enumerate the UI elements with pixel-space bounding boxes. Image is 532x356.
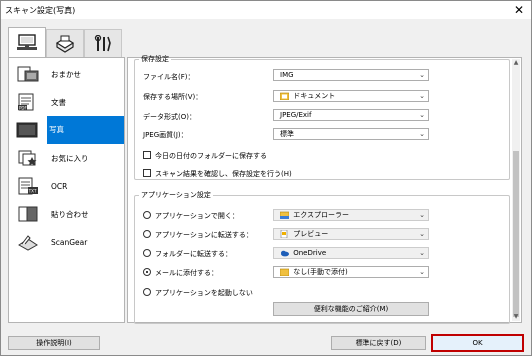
sidebar-item-label: 写真 <box>47 116 124 144</box>
confirm-results-checkbox[interactable] <box>143 169 151 177</box>
scanner-pc-icon <box>17 34 37 50</box>
chevron-down-icon[interactable]: ⌄ <box>419 210 425 220</box>
date-folder-checkbox[interactable] <box>143 151 151 159</box>
save-location-value: ドキュメント <box>293 92 336 100</box>
attach-to-mail-select[interactable]: なし(手動で添付) ⌄ <box>273 266 429 278</box>
scangear-icon <box>15 231 41 253</box>
jpeg-quality-value: 標準 <box>280 130 294 138</box>
save-settings-legend: 保存設定 <box>141 55 169 63</box>
restore-defaults-button[interactable]: 標準に戻す(D) <box>331 336 426 350</box>
photo-icon <box>15 119 39 141</box>
tab-scan-from-panel[interactable] <box>46 29 84 57</box>
settings-panel: ▲ ▼ 保存設定 ファイル名(F)： IMG ⌄ 保存する場所(V)： ドキュメ… <box>127 54 522 324</box>
sidebar-item-ocr[interactable]: TXT OCR <box>9 172 124 200</box>
chevron-down-icon[interactable]: ⌄ <box>419 248 425 258</box>
scroll-up-icon[interactable]: ▲ <box>512 59 520 67</box>
chevron-down-icon[interactable]: ⌄ <box>419 229 425 239</box>
chevron-down-icon[interactable]: ⌄ <box>419 129 425 139</box>
send-to-app-radio[interactable] <box>143 230 151 238</box>
sidebar-item-label: ScanGear <box>51 237 88 247</box>
sidebar-item-scangear[interactable]: ScanGear <box>9 228 124 256</box>
no-app-label: アプリケーションを起動しない <box>155 289 253 297</box>
confirm-results-label: スキャン結果を確認し、保存設定を行う(H) <box>155 170 292 178</box>
sidebar-item-label: 文書 <box>51 97 66 107</box>
favorites-icon <box>15 147 41 169</box>
no-app-radio[interactable] <box>143 288 151 296</box>
scroll-thumb[interactable] <box>513 151 519 317</box>
sidebar-item-photo[interactable]: 写真 <box>9 116 124 144</box>
stitch-icon <box>15 203 41 225</box>
sidebar-item-label: おまかせ <box>51 69 81 79</box>
send-to-folder-label: フォルダーに転送する： <box>155 250 232 258</box>
scanner-icon <box>55 35 75 53</box>
tab-scan-from-computer[interactable] <box>8 27 46 58</box>
close-button[interactable]: ✕ <box>511 2 527 18</box>
scan-type-sidebar: おまかせ PDF 文書 写真 お気に入り TXT OCR 貼り合わせ ScanG <box>8 57 125 323</box>
save-location-select[interactable]: ドキュメント ⌄ <box>273 90 429 102</box>
date-folder-label: 今日の日付のフォルダーに保存する <box>155 152 267 160</box>
data-format-select[interactable]: JPEG/Exif ⌄ <box>273 109 429 121</box>
data-format-value: JPEG/Exif <box>280 111 312 119</box>
jpeg-quality-label: JPEG画質(J)： <box>143 131 188 139</box>
open-with-app-select[interactable]: エクスプローラー ⌄ <box>273 209 429 221</box>
filename-input[interactable]: IMG ⌄ <box>273 69 429 81</box>
app-settings-legend: アプリケーション設定 <box>141 191 211 199</box>
chevron-down-icon[interactable]: ⌄ <box>419 110 425 120</box>
send-to-app-value: プレビュー <box>293 230 329 238</box>
save-location-label: 保存する場所(V)： <box>143 93 203 101</box>
sidebar-item-label: OCR <box>51 181 68 191</box>
documents-folder-icon <box>280 92 289 100</box>
filename-label: ファイル名(F)： <box>143 73 195 81</box>
open-with-app-radio[interactable] <box>143 211 151 219</box>
document-icon: PDF <box>15 91 41 113</box>
chevron-down-icon[interactable]: ⌄ <box>419 70 425 80</box>
sidebar-item-document[interactable]: PDF 文書 <box>9 88 124 116</box>
sidebar-item-favorites[interactable]: お気に入り <box>9 144 124 172</box>
sidebar-item-label: お気に入り <box>51 153 89 163</box>
sidebar-item-stitch[interactable]: 貼り合わせ <box>9 200 124 228</box>
open-with-app-value: エクスプローラー <box>293 211 350 219</box>
title-bar: スキャン設定(写真) ✕ <box>1 1 531 19</box>
settings-scrollbar[interactable]: ▲ ▼ <box>512 59 520 321</box>
ok-button[interactable]: OK <box>431 334 524 352</box>
sidebar-item-auto[interactable]: おまかせ <box>9 60 124 88</box>
auto-scan-icon <box>15 63 41 85</box>
chevron-down-icon[interactable]: ⌄ <box>419 91 425 101</box>
sidebar-item-label: 貼り合わせ <box>51 209 89 219</box>
ocr-icon: TXT <box>15 175 41 197</box>
data-format-label: データ形式(O)： <box>143 113 196 121</box>
attach-to-mail-label: メールに添付する： <box>155 269 218 277</box>
tab-general-settings[interactable] <box>84 29 122 57</box>
send-to-app-label: アプリケーションに転送する： <box>155 231 253 239</box>
open-with-app-label: アプリケーションで開く： <box>155 212 239 220</box>
send-to-folder-value: OneDrive <box>293 249 327 257</box>
filename-value: IMG <box>280 71 294 79</box>
mail-folder-icon <box>280 268 289 276</box>
jpeg-quality-select[interactable]: 標準 ⌄ <box>273 128 429 140</box>
scroll-down-icon[interactable]: ▼ <box>512 313 520 321</box>
tools-icon <box>94 34 111 51</box>
attach-to-mail-radio[interactable] <box>143 268 151 276</box>
attach-to-mail-value: なし(手動で添付) <box>293 268 348 276</box>
send-to-folder-radio[interactable] <box>143 249 151 257</box>
explorer-folder-icon <box>280 211 289 219</box>
send-to-folder-select[interactable]: OneDrive ⌄ <box>273 247 429 259</box>
chevron-down-icon[interactable]: ⌄ <box>419 267 425 277</box>
feature-intro-button[interactable]: 便利な機能のご紹介(M) <box>273 302 429 316</box>
window-title: スキャン設定(写真) <box>5 6 76 15</box>
send-to-app-select[interactable]: プレビュー ⌄ <box>273 228 429 240</box>
help-button[interactable]: 操作説明(I) <box>8 336 100 350</box>
svg-text:TXT: TXT <box>28 189 37 194</box>
svg-text:PDF: PDF <box>19 106 27 111</box>
onedrive-icon <box>281 250 289 257</box>
preview-app-icon <box>280 230 288 238</box>
